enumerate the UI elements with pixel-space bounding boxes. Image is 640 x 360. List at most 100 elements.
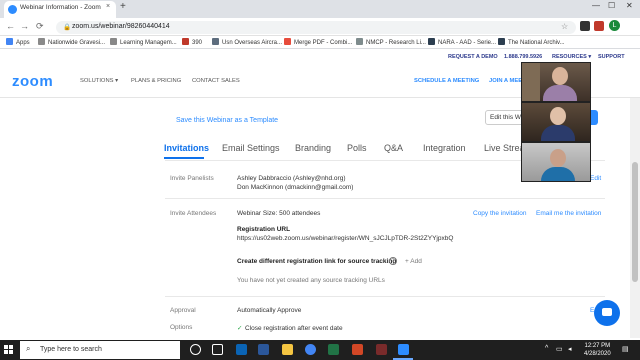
back-icon[interactable]: ←: [6, 21, 15, 31]
bookmark-label: NARA - AAD - Serie...: [438, 40, 497, 46]
zoom-icon[interactable]: [398, 344, 409, 355]
contact-sales-link[interactable]: CONTACT SALES: [192, 78, 240, 84]
close-registration-option: Close registration after event date: [245, 325, 343, 332]
request-demo-link[interactable]: REQUEST A DEMO: [448, 54, 498, 60]
minimize-button[interactable]: —: [592, 1, 600, 10]
zoom-logo[interactable]: zoom: [12, 73, 53, 90]
bookmark-item[interactable]: The National Archiv...: [498, 38, 565, 46]
clock-date: 4/28/2020: [584, 351, 611, 357]
bookmark-label: 390: [192, 40, 203, 46]
tab-integration[interactable]: Integration: [423, 143, 466, 153]
solutions-menu[interactable]: SOLUTIONS ▾: [80, 78, 118, 84]
windows-start-icon[interactable]: [4, 345, 14, 355]
support-link[interactable]: SUPPORT: [598, 54, 625, 60]
no-tracking-urls-text: You have not yet created any source trac…: [237, 277, 385, 284]
maximize-button[interactable]: ☐: [608, 1, 615, 10]
cortana-icon[interactable]: [190, 344, 201, 355]
bookmark-favicon-icon: [428, 38, 435, 45]
notifications-icon[interactable]: ▤: [622, 345, 629, 353]
bookmark-item[interactable]: Learning Managem...: [110, 38, 177, 46]
tab-branding[interactable]: Branding: [295, 143, 331, 153]
taskbar-search-box[interactable]: ⌕ Type here to search: [20, 341, 180, 359]
tab-invitations[interactable]: Invitations: [164, 143, 209, 153]
outlook-icon[interactable]: [236, 344, 247, 355]
powerpoint-icon[interactable]: [352, 344, 363, 355]
resources-menu[interactable]: RESOURCES ▾: [552, 54, 591, 60]
participant-video-tile[interactable]: [521, 102, 591, 142]
invite-attendees-label: Invite Attendees: [170, 210, 217, 217]
participant-video-tile[interactable]: [521, 62, 591, 102]
bookmark-item[interactable]: Usn Overseas Aircra...: [212, 38, 282, 46]
source-tracking-label: Create different registration link for s…: [237, 258, 397, 265]
bookmark-apps[interactable]: Apps: [6, 38, 30, 46]
new-tab-button[interactable]: +: [120, 1, 126, 12]
bookmark-item[interactable]: 390: [182, 38, 202, 46]
windows-logo-pane: [9, 350, 13, 354]
task-view-icon[interactable]: [212, 344, 223, 355]
bookmark-favicon-icon: [284, 38, 291, 45]
edit-panelists-link[interactable]: Edit: [590, 175, 601, 182]
section-divider: [165, 296, 605, 297]
tab-email-settings[interactable]: Email Settings: [222, 143, 280, 153]
network-icon[interactable]: ▭: [556, 345, 563, 353]
url-text[interactable]: zoom.us/webinar/98260440414: [72, 23, 170, 30]
options-label: Options: [170, 324, 193, 331]
taskbar-clock[interactable]: 12:27 PM 4/28/2020: [584, 342, 611, 358]
section-divider: [165, 198, 605, 199]
approval-label: Approval: [170, 307, 196, 314]
extension-icon[interactable]: [594, 21, 604, 31]
bookmark-item[interactable]: NARA - AAD - Serie...: [428, 38, 496, 46]
reload-icon[interactable]: ⟳: [36, 21, 44, 32]
tray-chevron-icon[interactable]: ^: [545, 345, 548, 352]
bookmark-label: Apps: [16, 40, 30, 46]
bookmark-item[interactable]: NMCP - Research Li...: [356, 38, 426, 46]
registration-url-label: Registration URL: [237, 226, 291, 233]
acrobat-icon[interactable]: [376, 344, 387, 355]
chat-icon: [602, 308, 612, 316]
panelist-item: Ashley Dabbraccio (Ashley@nhd.org): [237, 175, 346, 182]
chrome-icon[interactable]: [305, 344, 316, 355]
windows-logo-pane: [4, 345, 8, 349]
windows-logo-pane: [9, 345, 13, 349]
bookmark-label: Nationwide Gravesi...: [48, 40, 106, 46]
add-tracking-link[interactable]: + Add: [405, 258, 422, 265]
registration-url[interactable]: https://us02web.zoom.us/webinar/register…: [237, 235, 453, 242]
chat-support-button[interactable]: [594, 300, 620, 326]
windows-logo-pane: [4, 350, 8, 354]
plans-pricing-link[interactable]: PLANS & PRICING: [131, 78, 181, 84]
help-icon[interactable]: ?: [389, 257, 397, 265]
bookmark-star-icon[interactable]: ☆: [561, 22, 568, 31]
tab-live-streaming[interactable]: Live Strea: [484, 143, 525, 153]
participant-body: [543, 85, 577, 101]
extension-icon[interactable]: [580, 21, 590, 31]
bookmark-label: Learning Managem...: [120, 40, 177, 46]
phone-link[interactable]: 1.888.799.5926: [504, 54, 542, 60]
scrollbar-thumb[interactable]: [632, 162, 638, 282]
profile-avatar[interactable]: L: [609, 20, 620, 31]
copy-invitation-link[interactable]: Copy the invitation: [473, 210, 526, 217]
email-invitation-link[interactable]: Email me the invitation: [536, 210, 601, 217]
tab-polls[interactable]: Polls: [347, 143, 367, 153]
bookmark-item[interactable]: Nationwide Gravesi...: [38, 38, 105, 46]
browser-tab[interactable]: Webinar Information - Zoom ×: [4, 1, 116, 18]
close-window-button[interactable]: ✕: [626, 1, 633, 10]
taskbar-search-placeholder: Type here to search: [40, 346, 102, 353]
lock-icon[interactable]: 🔒: [63, 23, 71, 31]
bookmark-favicon-icon: [498, 38, 505, 45]
save-template-link[interactable]: Save this Webinar as a Template: [176, 117, 278, 124]
excel-icon[interactable]: [328, 344, 339, 355]
panelist-item: Don MacKinnon (dmackinn@gmail.com): [237, 184, 354, 191]
participant-video-tile[interactable]: [521, 142, 591, 182]
tab-close-icon[interactable]: ×: [106, 3, 110, 10]
address-bar[interactable]: 🔒 zoom.us/webinar/98260440414 ☆: [56, 21, 576, 34]
word-icon[interactable]: [258, 344, 269, 355]
volume-icon[interactable]: ◂: [568, 345, 572, 353]
file-explorer-icon[interactable]: [282, 344, 293, 355]
participant-body: [541, 125, 575, 141]
bookmark-label: Usn Overseas Aircra...: [222, 40, 283, 46]
bookmark-item[interactable]: Merge PDF - Combi...: [284, 38, 352, 46]
forward-icon[interactable]: →: [20, 21, 29, 31]
schedule-meeting-link[interactable]: SCHEDULE A MEETING: [414, 78, 479, 84]
bookmark-favicon-icon: [38, 38, 45, 45]
tab-qa[interactable]: Q&A: [384, 143, 403, 153]
